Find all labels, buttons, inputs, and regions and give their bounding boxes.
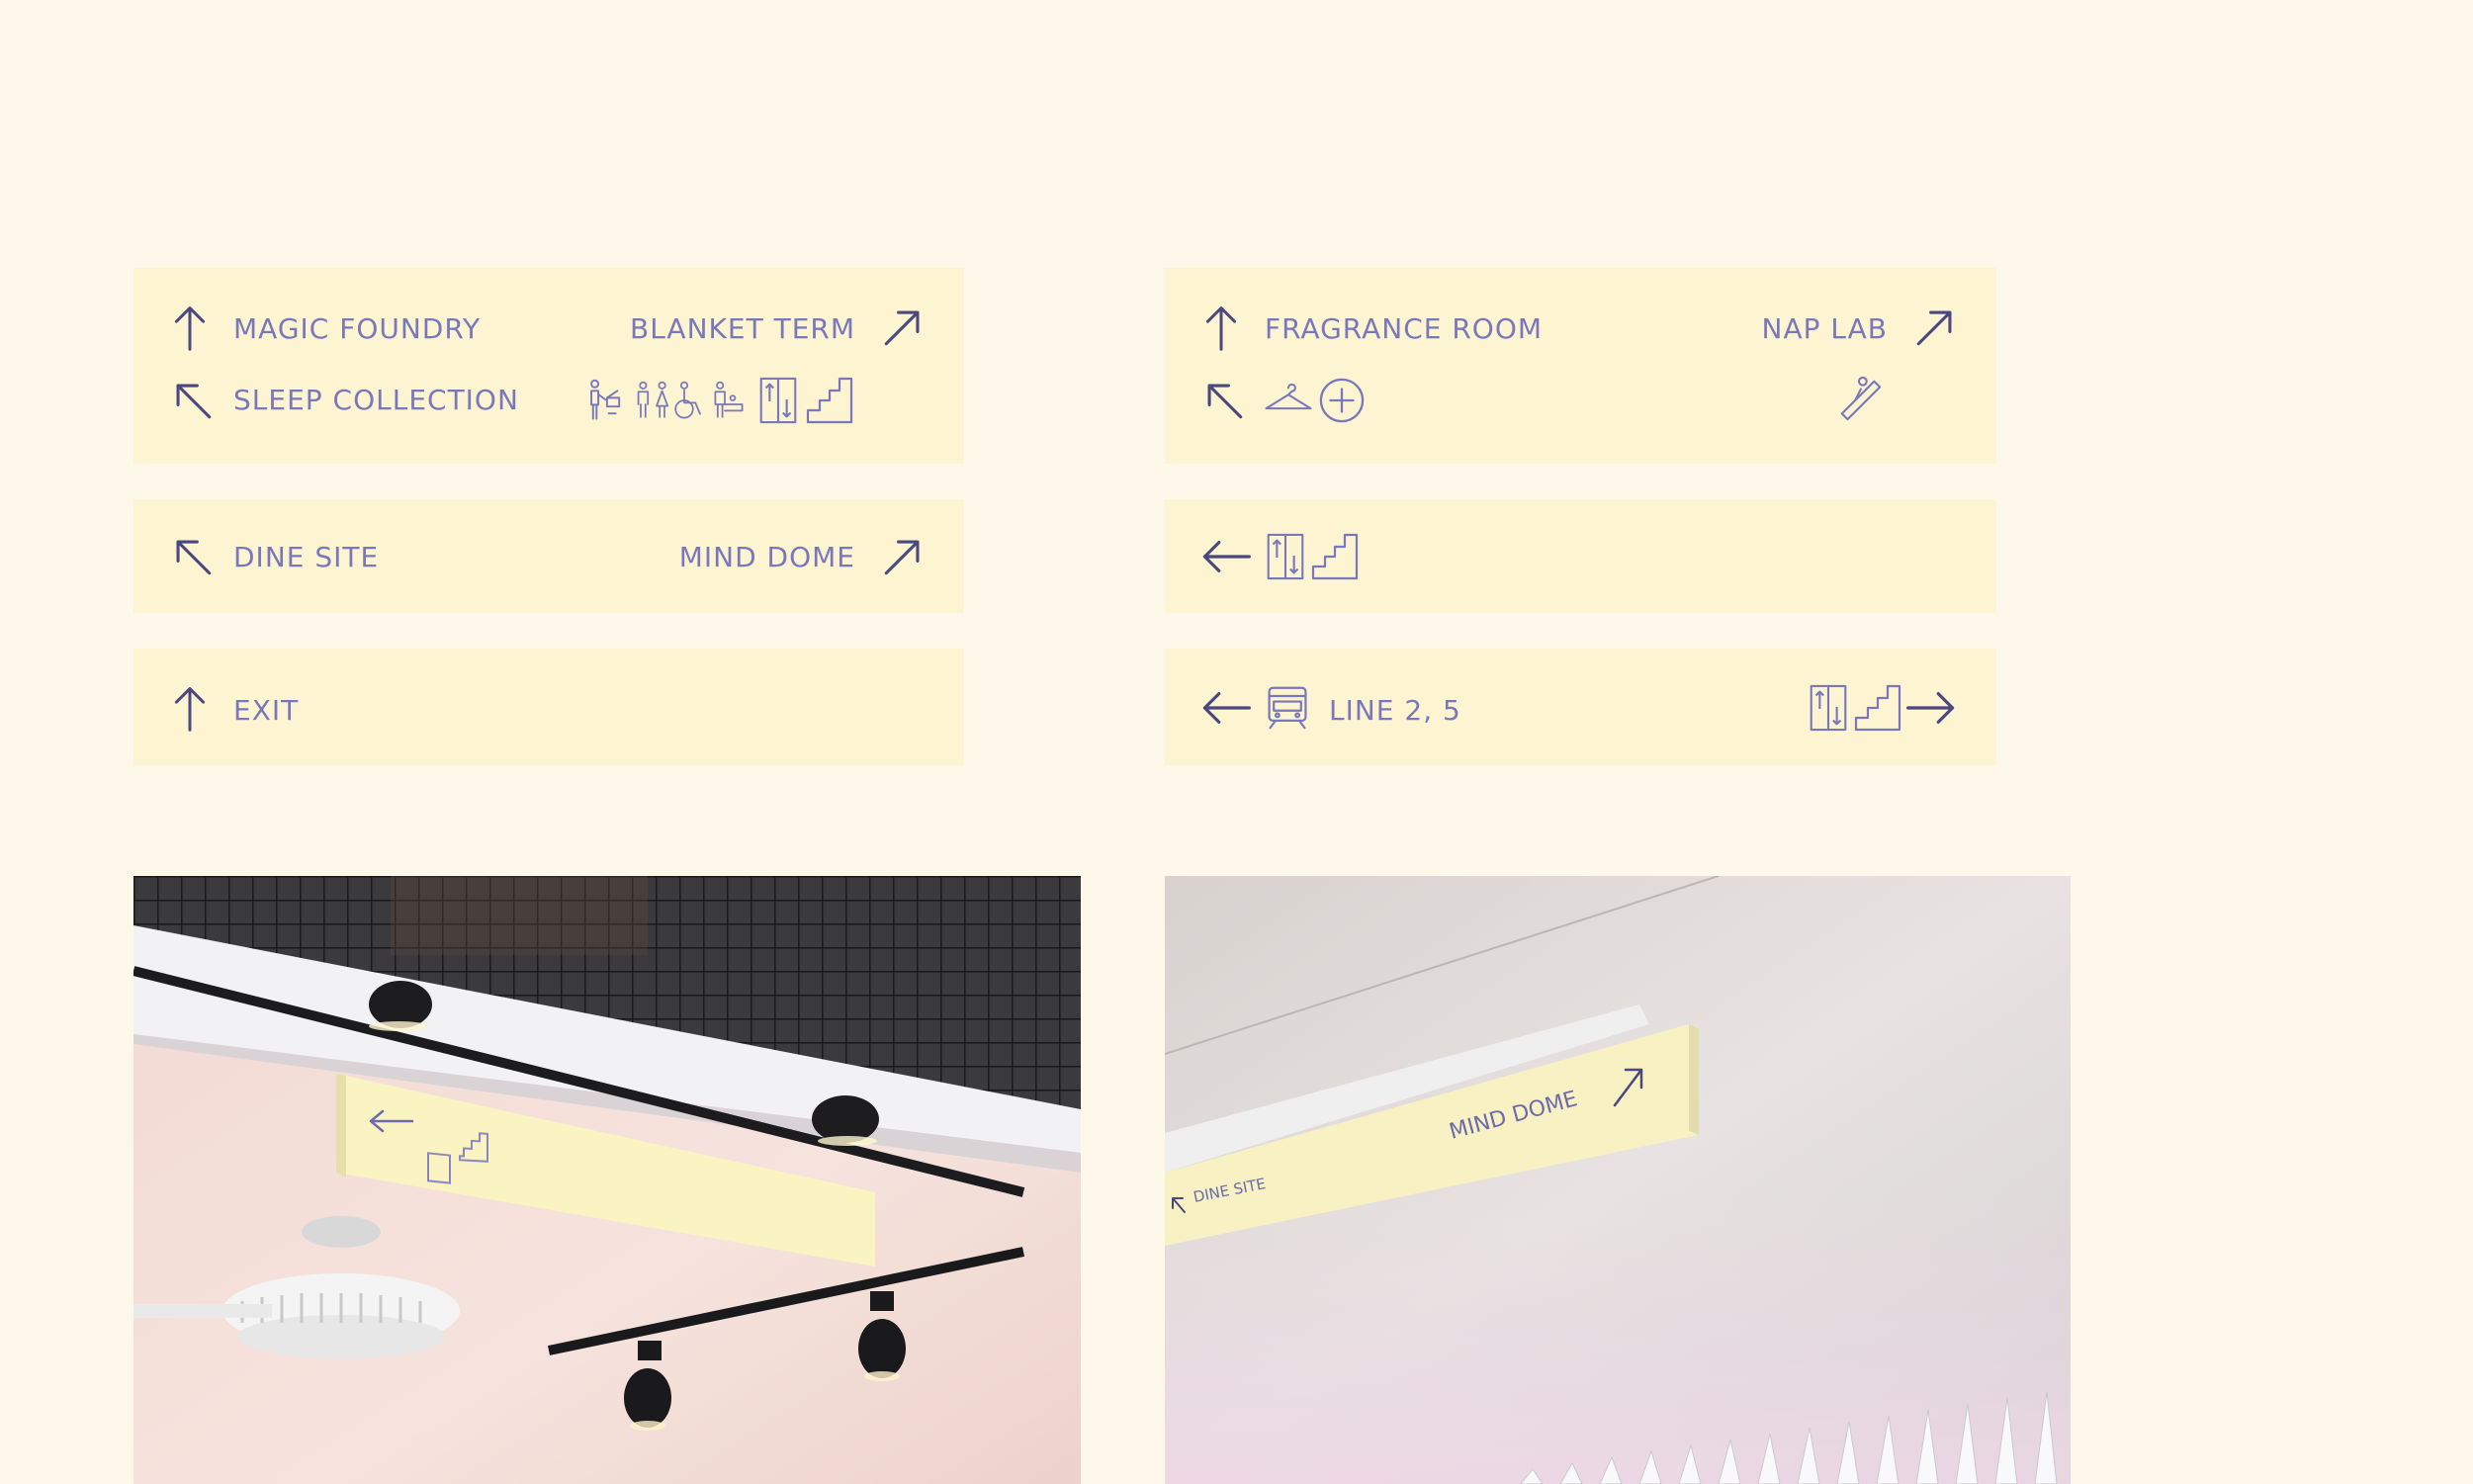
- elevator-icon: [758, 377, 798, 424]
- wayfinding-sign-2: FRAGRANCE ROOM NAP LAB: [1165, 268, 1996, 464]
- sign-label-dine-site: DINE SITE: [233, 541, 380, 573]
- first-aid-icon: [1318, 377, 1366, 424]
- arrow-up-icon: [173, 682, 207, 736]
- baby-care-icon: [709, 377, 749, 424]
- sign-label-sleep-collection: SLEEP COLLECTION: [233, 384, 519, 416]
- elevator-icon: [1809, 684, 1848, 732]
- wayfinding-sign-4: [1165, 499, 1996, 613]
- stairs-icon: [1311, 533, 1359, 580]
- wayfinding-sign-6: LINE 2, 5: [1165, 649, 1996, 765]
- arrow-up-right-icon: [1913, 306, 1957, 349]
- restroom-icon: [633, 377, 672, 424]
- sign-label-line: LINE 2, 5: [1329, 694, 1461, 727]
- arrow-up-left-icon: [171, 379, 215, 422]
- escalator-icon: [1836, 375, 1884, 424]
- arrow-up-left-icon: [1202, 379, 1246, 422]
- arrow-up-right-icon: [881, 535, 925, 578]
- photo-ceiling-sign-2: MIND DOME DINE SITE: [1165, 876, 2071, 1484]
- sign-label-exit: EXIT: [233, 694, 300, 727]
- photo-ceiling-sign-1: [133, 876, 1081, 1484]
- train-icon: [1265, 684, 1310, 732]
- stairs-icon: [806, 377, 853, 424]
- arrow-left-icon: [1198, 539, 1254, 574]
- arrow-up-right-icon: [881, 306, 925, 349]
- arrow-right-icon: [1903, 690, 1959, 726]
- sign-label-magic-foundry: MAGIC FOUNDRY: [233, 312, 482, 345]
- arrow-up-icon: [173, 302, 207, 355]
- sign-label-fragrance-room: FRAGRANCE ROOM: [1265, 312, 1544, 345]
- baggage-icon: [584, 377, 628, 424]
- accessible-restroom-icon: [668, 377, 708, 424]
- cloakroom-icon: [1263, 379, 1314, 414]
- wayfinding-sign-1: MAGIC FOUNDRY BLANKET TERM SLEEP COLLECT…: [133, 268, 964, 464]
- sign-label-mind-dome: MIND DOME: [678, 541, 855, 573]
- stairs-icon: [1854, 684, 1901, 732]
- wayfinding-sign-3: DINE SITE MIND DOME: [133, 499, 964, 613]
- sign-label-nap-lab: NAP LAB: [1761, 312, 1888, 345]
- arrow-up-left-icon: [171, 535, 215, 578]
- arrow-up-icon: [1204, 302, 1238, 355]
- elevator-icon: [1266, 533, 1305, 580]
- arrow-left-icon: [1198, 690, 1254, 726]
- sign-label-blanket-term: BLANKET TERM: [629, 312, 855, 345]
- wayfinding-sign-5: EXIT: [133, 649, 964, 765]
